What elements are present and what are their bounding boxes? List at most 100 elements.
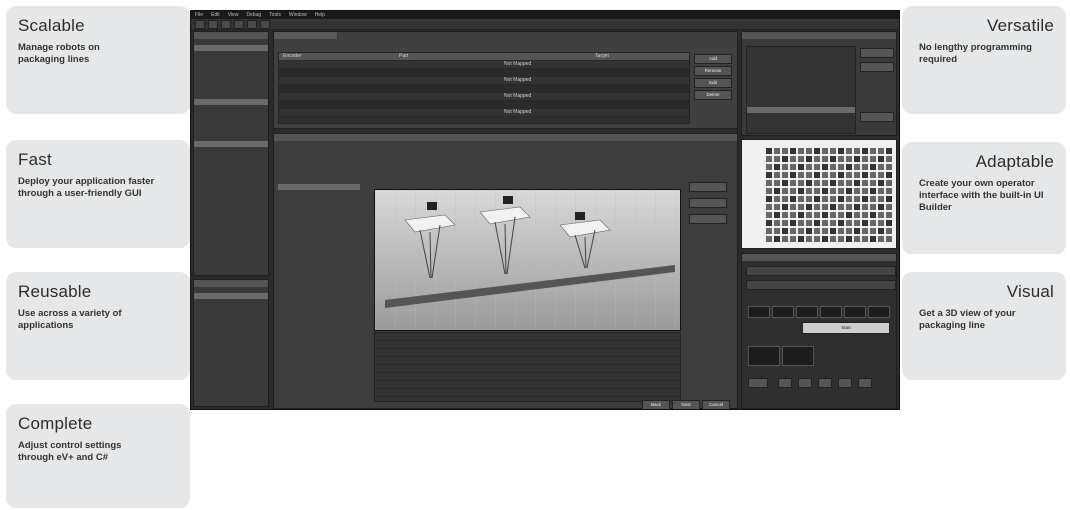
io-cell[interactable] <box>870 236 876 242</box>
robot-select[interactable] <box>746 266 896 276</box>
io-cell[interactable] <box>806 188 812 194</box>
io-cell[interactable] <box>766 188 772 194</box>
io-cell[interactable] <box>830 164 836 170</box>
task-button[interactable] <box>860 112 894 122</box>
property-row[interactable] <box>375 357 680 365</box>
io-cell[interactable] <box>854 212 860 218</box>
io-cell[interactable] <box>838 188 844 194</box>
io-cell[interactable] <box>798 156 804 162</box>
io-cell[interactable] <box>774 164 780 170</box>
table-row[interactable]: Not Mapped <box>279 109 689 117</box>
io-cell[interactable] <box>782 204 788 210</box>
io-cell[interactable] <box>854 196 860 202</box>
io-cell[interactable] <box>814 188 820 194</box>
io-cell[interactable] <box>774 196 780 202</box>
edit-button[interactable]: Edit <box>694 78 732 88</box>
io-cell[interactable] <box>790 220 796 226</box>
io-cell[interactable] <box>782 220 788 226</box>
jog-button[interactable] <box>820 306 842 318</box>
wizard-side-button[interactable] <box>689 214 727 224</box>
io-cell[interactable] <box>846 212 852 218</box>
io-cell[interactable] <box>870 188 876 194</box>
io-cell[interactable] <box>838 228 844 234</box>
io-cell[interactable] <box>846 228 852 234</box>
io-cell[interactable] <box>766 196 772 202</box>
menu-item-edit[interactable]: Edit <box>211 12 220 18</box>
io-cell[interactable] <box>782 196 788 202</box>
io-cell[interactable] <box>878 236 884 242</box>
io-cell[interactable] <box>830 220 836 226</box>
io-cell[interactable] <box>806 220 812 226</box>
io-cell[interactable] <box>838 180 844 186</box>
axis-button[interactable] <box>778 378 792 388</box>
io-cell[interactable] <box>774 156 780 162</box>
io-cell[interactable] <box>854 236 860 242</box>
io-cell[interactable] <box>766 228 772 234</box>
io-cell[interactable] <box>806 228 812 234</box>
3d-viewport[interactable] <box>374 189 681 331</box>
property-row[interactable] <box>375 333 680 341</box>
io-cell[interactable] <box>862 196 868 202</box>
io-cell[interactable] <box>798 180 804 186</box>
io-cell[interactable] <box>798 164 804 170</box>
io-cell[interactable] <box>838 236 844 242</box>
io-cell[interactable] <box>846 204 852 210</box>
io-cell[interactable] <box>782 180 788 186</box>
toolbar-button[interactable] <box>234 19 244 29</box>
io-cell[interactable] <box>814 180 820 186</box>
io-cell[interactable] <box>854 204 860 210</box>
io-cell[interactable] <box>878 156 884 162</box>
table-row[interactable] <box>279 85 689 93</box>
table-row[interactable]: Not Mapped <box>279 61 689 69</box>
io-cell[interactable] <box>822 164 828 170</box>
io-cell[interactable] <box>862 180 868 186</box>
io-cell[interactable] <box>782 148 788 154</box>
io-cell[interactable] <box>774 220 780 226</box>
axis-button[interactable] <box>858 378 872 388</box>
io-cell[interactable] <box>790 212 796 218</box>
io-cell[interactable] <box>806 196 812 202</box>
property-row[interactable] <box>375 373 680 381</box>
toolbar-button[interactable] <box>247 19 257 29</box>
io-cell[interactable] <box>886 188 892 194</box>
io-cell[interactable] <box>790 228 796 234</box>
io-cell[interactable] <box>830 172 836 178</box>
table-row[interactable] <box>279 69 689 77</box>
io-cell[interactable] <box>782 236 788 242</box>
io-cell[interactable] <box>766 148 772 154</box>
step-item[interactable] <box>278 208 360 214</box>
io-cell[interactable] <box>862 148 868 154</box>
tree-item[interactable] <box>747 107 855 113</box>
io-cell[interactable] <box>838 156 844 162</box>
io-cell[interactable] <box>790 236 796 242</box>
io-cell[interactable] <box>870 172 876 178</box>
io-cell[interactable] <box>886 220 892 226</box>
io-cell[interactable] <box>862 156 868 162</box>
io-cell[interactable] <box>870 180 876 186</box>
io-cell[interactable] <box>886 156 892 162</box>
io-cell[interactable] <box>830 148 836 154</box>
io-cell[interactable] <box>878 204 884 210</box>
io-cell[interactable] <box>806 180 812 186</box>
io-cell[interactable] <box>782 164 788 170</box>
jog-button[interactable] <box>796 306 818 318</box>
io-cell[interactable] <box>790 148 796 154</box>
io-cell[interactable] <box>886 228 892 234</box>
io-cell[interactable] <box>838 196 844 202</box>
io-cell[interactable] <box>878 148 884 154</box>
io-cell[interactable] <box>774 212 780 218</box>
io-cell[interactable] <box>822 180 828 186</box>
io-cell[interactable] <box>870 204 876 210</box>
io-cell[interactable] <box>886 172 892 178</box>
io-cell[interactable] <box>846 180 852 186</box>
task-button[interactable] <box>860 62 894 72</box>
io-cell[interactable] <box>782 188 788 194</box>
io-cell[interactable] <box>854 228 860 234</box>
io-cell[interactable] <box>822 196 828 202</box>
io-cell[interactable] <box>846 172 852 178</box>
io-cell[interactable] <box>878 164 884 170</box>
jog-button[interactable] <box>748 306 770 318</box>
io-cell[interactable] <box>798 236 804 242</box>
io-cell[interactable] <box>774 148 780 154</box>
axis-button[interactable] <box>798 378 812 388</box>
